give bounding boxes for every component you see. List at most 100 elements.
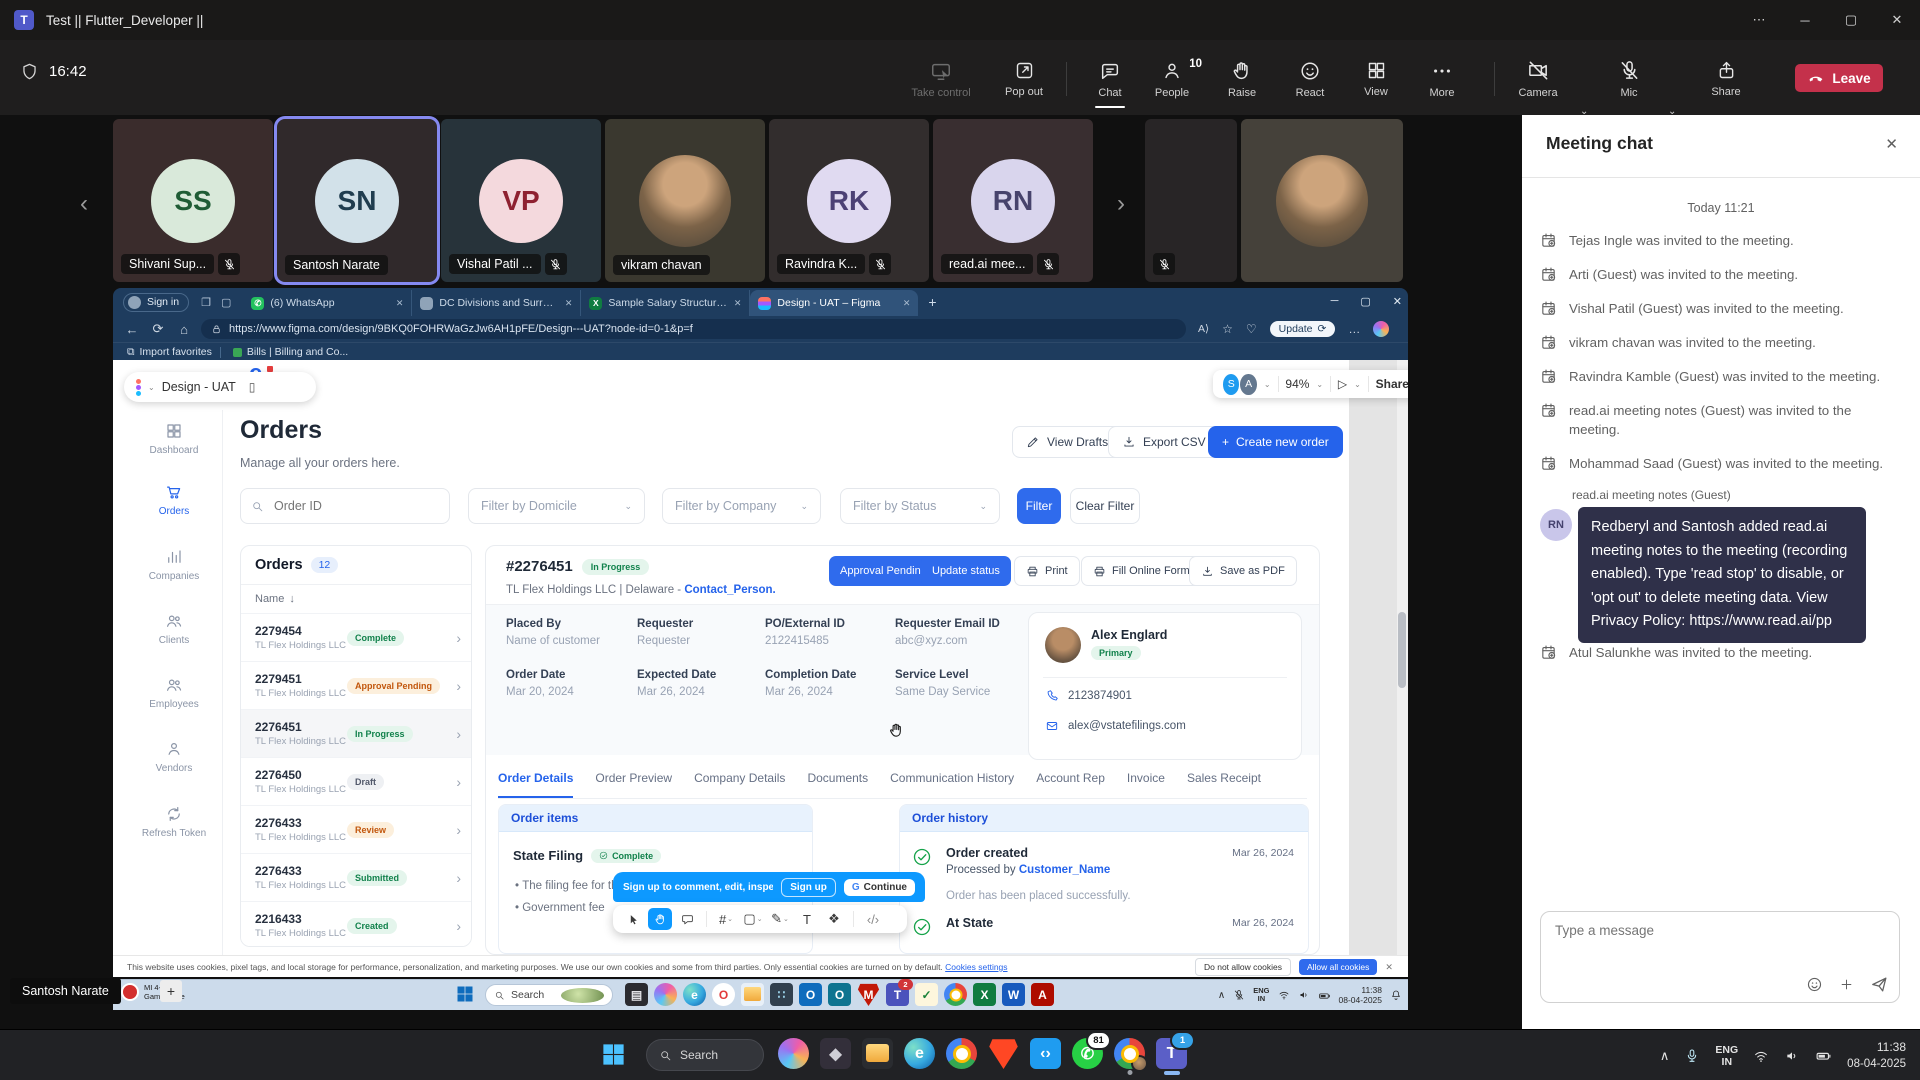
detail-tab[interactable]: Invoice — [1127, 771, 1165, 798]
order-id-input[interactable] — [272, 498, 426, 514]
detail-tab[interactable]: Sales Receipt — [1187, 771, 1261, 798]
present-chevron-icon[interactable]: ⌄ — [1354, 380, 1361, 389]
participant-tile[interactable] — [1145, 119, 1237, 282]
window-maximize-button[interactable]: ▢ — [1828, 12, 1874, 28]
taskbar-app-icon[interactable]: O — [828, 983, 851, 1006]
browser-minimize-button[interactable]: ─ — [1331, 295, 1339, 307]
shape-tool-icon[interactable]: ▢⌄ — [741, 908, 765, 930]
browser-close-button[interactable]: ✕ — [1393, 295, 1402, 308]
reader-view-icon[interactable]: ▯ — [249, 380, 256, 394]
filter-domicile-dropdown[interactable]: Filter by Domicile⌄ — [468, 488, 645, 524]
volume-icon[interactable] — [1298, 989, 1310, 1001]
update-status-button[interactable]: Update status — [921, 556, 1011, 586]
order-row[interactable]: 2216433 TL Flex Holdings LLC Created › — [241, 902, 471, 947]
window-more-icon[interactable]: ⋯ — [1736, 12, 1782, 28]
deny-cookies-button[interactable]: Do not allow cookies — [1195, 958, 1291, 976]
taskbar-app-icon[interactable]: W — [1002, 983, 1025, 1006]
taskbar-app-icon[interactable]: O — [712, 983, 735, 1006]
figma-file-pill[interactable]: ⌄ Design - UAT ▯ — [124, 372, 316, 402]
settings-more-icon[interactable]: … — [1348, 322, 1360, 336]
taskbar-app-icon[interactable] — [988, 1038, 1019, 1069]
chat-close-icon[interactable]: ✕ — [1885, 135, 1898, 153]
taskbar-clock[interactable]: 11:3808-04-2025 — [1847, 1039, 1906, 1072]
fill-online-form-button[interactable]: Fill Online Form — [1081, 556, 1202, 586]
order-id-search[interactable] — [240, 488, 450, 524]
battery-icon[interactable] — [1318, 989, 1331, 1002]
chevron-down-icon[interactable]: ⌄ — [148, 383, 155, 392]
copilot-icon[interactable] — [1373, 321, 1389, 337]
view-button[interactable]: View — [1344, 52, 1408, 106]
tray-chevron-icon[interactable]: ∧ — [1218, 990, 1225, 1001]
back-icon[interactable]: ← — [119, 322, 145, 337]
start-button[interactable] — [600, 1041, 627, 1068]
taskbar-app-icon[interactable]: ‹› — [1030, 1038, 1061, 1069]
leave-button[interactable]: Leave — [1795, 64, 1883, 92]
order-row[interactable]: 2276451 TL Flex Holdings LLC In Progress… — [241, 710, 471, 758]
taskbar-app-icon[interactable]: O — [799, 983, 822, 1006]
order-row[interactable]: 2279451 TL Flex Holdings LLC Approval Pe… — [241, 662, 471, 710]
present-icon[interactable]: ▷ — [1338, 377, 1347, 391]
browser-essentials-icon[interactable]: ♡ — [1246, 322, 1257, 336]
tab-close-icon[interactable]: ✕ — [396, 298, 404, 309]
bookmark-bills[interactable]: Bills | Billing and Co... — [233, 346, 348, 358]
participant-tile[interactable] — [1241, 119, 1403, 282]
allow-cookies-button[interactable]: Allow all cookies — [1299, 959, 1377, 975]
attach-plus-icon[interactable] — [1839, 977, 1854, 992]
sidebar-item-clients[interactable]: Clients — [126, 612, 222, 646]
sign-up-button[interactable]: Sign up — [781, 878, 836, 897]
bookmark-import-favorites[interactable]: ⧉ Import favorites — [127, 346, 212, 359]
taskbar-app-icon[interactable]: X — [973, 983, 996, 1006]
contact-person-link[interactable]: Contact_Person. — [684, 584, 775, 596]
tray-mic-icon[interactable] — [1684, 1048, 1700, 1064]
cookies-settings-link[interactable]: Cookies settings — [945, 962, 1007, 972]
cookie-close-icon[interactable]: ✕ — [1385, 962, 1393, 973]
order-row[interactable]: 2276450 TL Flex Holdings LLC Draft › — [241, 758, 471, 806]
participant-tile[interactable]: SS Shivani Sup... — [113, 119, 273, 282]
take-control-button[interactable]: Take control — [898, 52, 984, 106]
tab-close-icon[interactable]: ✕ — [903, 298, 911, 309]
window-minimize-button[interactable]: ─ — [1782, 13, 1828, 28]
new-tab-button[interactable]: + — [928, 294, 936, 310]
send-icon[interactable] — [1870, 975, 1889, 994]
sidebar-item-orders[interactable]: Orders — [126, 483, 222, 517]
detail-tab[interactable]: Company Details — [694, 771, 785, 798]
browser-tab[interactable]: DC Divisions and Surroundings ✕ — [412, 290, 581, 316]
tiles-prev-icon[interactable]: ‹ — [80, 190, 88, 218]
chat-button[interactable]: Chat — [1078, 52, 1142, 106]
share-button[interactable]: Share — [1694, 52, 1758, 106]
taskbar-app-icon[interactable]: ◆ — [820, 1038, 851, 1069]
taskbar-app-icon[interactable]: e — [683, 983, 706, 1006]
frame-tool-icon[interactable]: #⌄ — [714, 908, 738, 930]
language-indicator[interactable]: ENGIN — [1715, 1044, 1738, 1068]
camera-button[interactable]: Camera — [1506, 52, 1570, 106]
message-link[interactable]: https://www.read.ai/pp — [1689, 613, 1832, 629]
chat-message-input[interactable] — [1553, 922, 1807, 939]
url-field[interactable]: https://www.figma.com/design/9BKQ0FOHRWa… — [201, 319, 1186, 339]
taskbar-app-icon[interactable] — [944, 983, 967, 1006]
zoom-level[interactable]: 94% — [1285, 377, 1309, 391]
vertical-tabs-icon[interactable]: ▢ — [221, 296, 231, 309]
browser-tab[interactable]: Design - UAT – Figma ✕ — [750, 290, 918, 316]
filter-apply-button[interactable]: Filter — [1017, 488, 1061, 524]
detail-tab[interactable]: Documents — [807, 771, 868, 798]
pop-out-button[interactable]: Pop out — [992, 52, 1056, 106]
sidebar-item-companies[interactable]: Companies — [126, 548, 222, 582]
more-button[interactable]: More — [1410, 52, 1474, 106]
component-tool-icon[interactable]: ❖ — [822, 908, 846, 930]
detail-tab[interactable]: Communication History — [890, 771, 1014, 798]
sidebar-item-refresh-token[interactable]: Refresh Token — [126, 805, 222, 839]
taskbar-app-icon[interactable] — [741, 983, 764, 1006]
browser-update-button[interactable]: Update⟳ — [1270, 321, 1336, 337]
mic-button[interactable]: Mic — [1602, 52, 1656, 106]
taskbar-app-icon[interactable] — [654, 983, 677, 1006]
browser-tab[interactable]: ✆ (6) WhatsApp ✕ — [243, 290, 412, 316]
shared-search-box[interactable]: Search — [485, 984, 613, 1006]
participant-tile[interactable]: SN Santosh Narate — [277, 119, 437, 282]
text-tool-icon[interactable]: T — [795, 908, 819, 930]
participant-tile[interactable]: RN read.ai mee... — [933, 119, 1093, 282]
contact-phone[interactable]: 2123874901 — [1045, 689, 1132, 703]
zoom-chevron-icon[interactable]: ⌄ — [1316, 380, 1323, 389]
chevron-down-icon[interactable]: ⌄ — [1264, 380, 1271, 389]
scrollbar-thumb[interactable] — [1398, 612, 1406, 688]
view-drafts-button[interactable]: View Drafts — [1012, 426, 1122, 458]
